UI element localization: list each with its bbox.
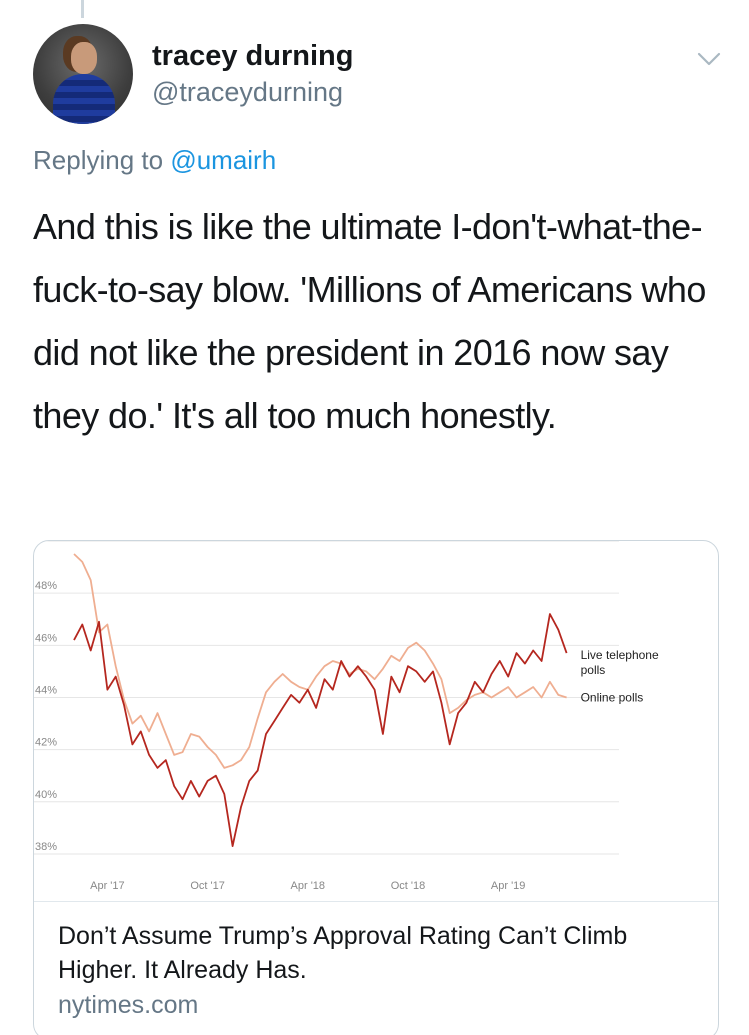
approval-chart: 38%40%42%44%46%48%50%Apr '17Oct '17Apr '… [34, 541, 659, 892]
avatar-sweater-shape [53, 74, 115, 124]
x-tick-label: Oct '18 [391, 880, 426, 892]
avatar-head-shape [71, 42, 97, 74]
x-tick-label: Oct '17 [190, 880, 225, 892]
y-tick-label: 44% [35, 684, 57, 696]
y-tick-label: 40% [35, 789, 57, 801]
replying-to-line: Replying to @umairh [33, 145, 276, 176]
x-tick-label: Apr '19 [491, 880, 526, 892]
tweet-text: And this is like the ultimate I-don't-wh… [33, 206, 706, 436]
series-label-live-telephone: Live telephone [581, 648, 659, 662]
card-divider [34, 901, 718, 902]
x-tick-label: Apr '17 [90, 880, 125, 892]
y-tick-label: 46% [35, 632, 57, 644]
user-handle[interactable]: @traceydurning [152, 77, 343, 108]
series-label-online: Online polls [581, 690, 644, 704]
y-tick-label: 48% [35, 580, 57, 592]
avatar[interactable] [33, 24, 133, 124]
card-domain: nytimes.com [58, 991, 199, 1019]
link-card[interactable]: 38%40%42%44%46%48%50%Apr '17Oct '17Apr '… [33, 540, 719, 1035]
series-line-online-polls [73, 553, 567, 769]
reply-mention-link[interactable]: @umairh [170, 145, 276, 175]
display-name[interactable]: tracey durning [152, 40, 353, 73]
replying-to-label: Replying to [33, 145, 164, 175]
y-tick-label: 42% [35, 737, 57, 749]
thread-connector-line [81, 0, 84, 18]
x-tick-label: Apr '18 [291, 880, 326, 892]
y-tick-label: 38% [35, 841, 57, 853]
series-label-live-telephone-line2: polls [581, 663, 606, 677]
chevron-down-icon[interactable] [696, 50, 722, 68]
card-title: Don’t Assume Trump’s Approval Rating Can… [58, 922, 628, 984]
